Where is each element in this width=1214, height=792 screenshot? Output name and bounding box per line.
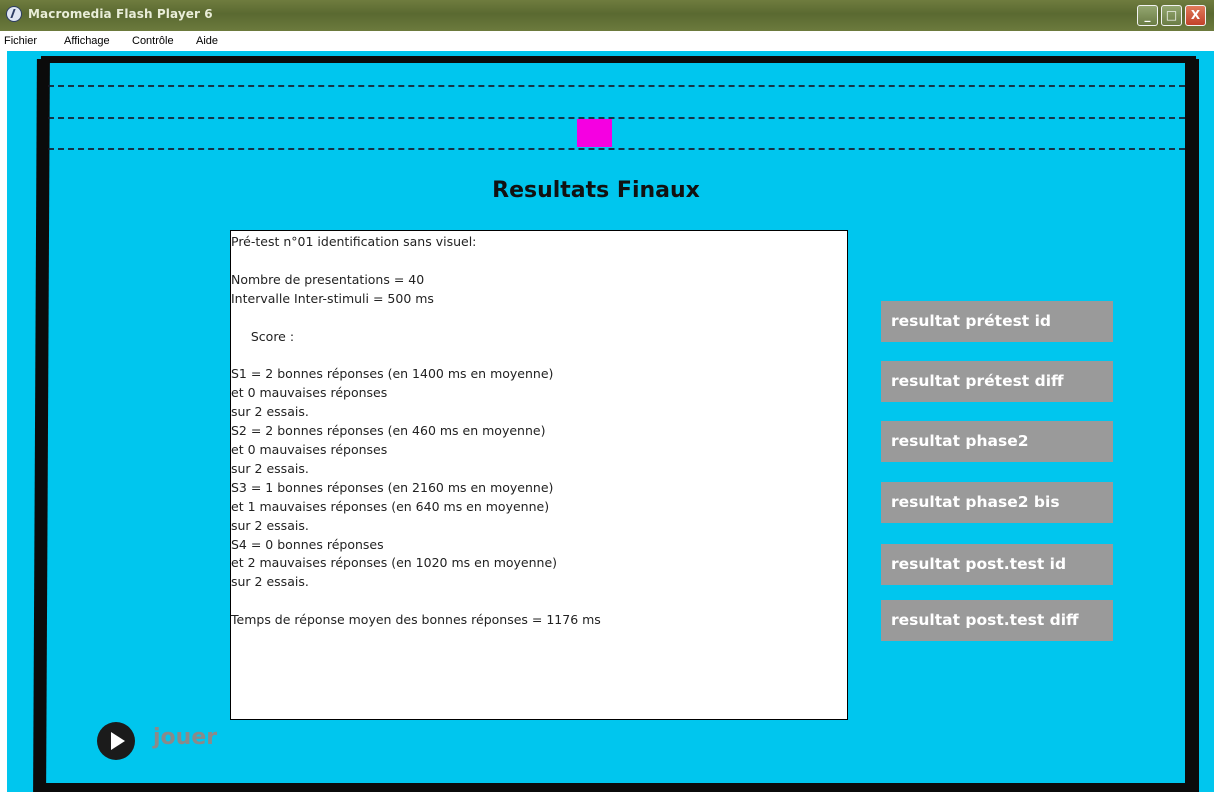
frame-bottom-border [35,783,1197,792]
menu-affichage[interactable]: Affichage [64,35,110,47]
menu-aide[interactable]: Aide [196,35,218,47]
window-title: Macromedia Flash Player 6 [28,7,213,21]
divider-line [48,148,1185,150]
minimize-button[interactable]: _ [1137,5,1158,26]
button-resultat-phase2-bis[interactable]: resultat phase2 bis [881,482,1113,523]
flash-player-icon [6,6,22,22]
title-bar[interactable]: Macromedia Flash Player 6 _ □ X [0,0,1214,31]
button-resultat-post-test-diff[interactable]: resultat post.test diff [881,600,1113,641]
menu-bar: Fichier Affichage Contrôle Aide [0,31,1214,51]
play-button-label[interactable]: jouer [153,725,217,750]
maximize-button[interactable]: □ [1161,5,1182,26]
magenta-marker [577,119,612,147]
results-text: Pré-test n°01 identification sans visuel… [231,234,601,628]
play-icon[interactable] [97,722,135,760]
frame-left-border [33,59,50,792]
results-panel[interactable]: Pré-test n°01 identification sans visuel… [230,230,848,720]
divider-line [48,85,1185,87]
button-resultat-phase2[interactable]: resultat phase2 [881,421,1113,462]
flash-stage: Resultats Finaux Pré-test n°01 identific… [7,51,1214,792]
button-resultat-pretest-diff[interactable]: resultat prétest diff [881,361,1113,402]
menu-fichier[interactable]: Fichier [4,35,37,47]
menu-controle[interactable]: Contrôle [132,35,174,47]
frame-right-border [1185,59,1199,792]
close-button[interactable]: X [1185,5,1206,26]
button-resultat-post-test-id[interactable]: resultat post.test id [881,544,1113,585]
page-title: Resultats Finaux [492,178,700,203]
frame-top-border [41,56,1196,63]
divider-line [48,117,1185,119]
button-resultat-pretest-id[interactable]: resultat prétest id [881,301,1113,342]
